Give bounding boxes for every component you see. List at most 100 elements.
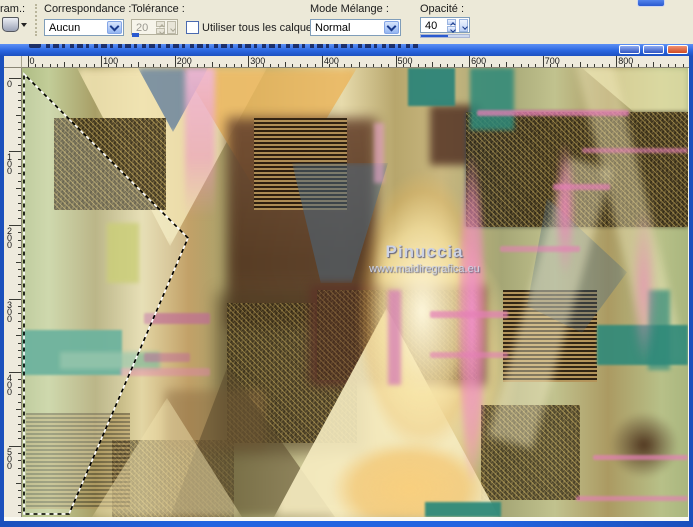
slider-dropdown-icon[interactable] xyxy=(167,21,176,34)
ruler-tick xyxy=(18,379,21,380)
tolerance-label: Tolérance : xyxy=(131,3,185,15)
ruler-tick xyxy=(638,64,639,67)
ruler-tick xyxy=(18,453,21,454)
ruler-tick xyxy=(204,64,205,67)
ruler-tick xyxy=(18,247,21,248)
chevron-glyph xyxy=(159,29,165,35)
cutoff-button-nub xyxy=(637,0,665,7)
ruler-tick xyxy=(580,62,581,67)
ruler-tick xyxy=(18,107,21,108)
use-all-layers-label: Utiliser tous les calques xyxy=(202,22,318,34)
ruler-label: 2 0 0 xyxy=(7,228,12,249)
ruler-tick xyxy=(18,159,21,160)
chevron-glyph xyxy=(387,22,397,32)
ruler-tick xyxy=(572,64,573,67)
maximize-button[interactable] xyxy=(643,45,664,54)
vertical-ruler[interactable]: 01 0 02 0 03 0 04 0 05 0 0 xyxy=(4,68,22,517)
ruler-tick xyxy=(683,64,684,67)
ruler-tick xyxy=(64,62,65,67)
ruler-tick xyxy=(18,460,21,461)
ruler-tick xyxy=(668,64,669,67)
ruler-tick xyxy=(16,409,21,410)
opacity-progress[interactable] xyxy=(420,34,470,38)
ruler-tick xyxy=(528,64,529,67)
chevron-glyph xyxy=(462,24,468,30)
spin-down-icon[interactable] xyxy=(447,26,456,32)
ruler-tick xyxy=(16,335,21,336)
chevron-glyph xyxy=(110,22,120,32)
ruler-tick xyxy=(18,424,21,425)
chevron-glyph xyxy=(450,27,456,33)
spin-up-icon[interactable] xyxy=(447,19,456,25)
ruler-tick xyxy=(18,195,21,196)
ruler-tick xyxy=(18,475,21,476)
use-all-layers-checkbox[interactable] xyxy=(186,21,199,34)
ruler-tick xyxy=(18,232,21,233)
ruler-tick xyxy=(16,115,21,116)
ruler-tick xyxy=(373,64,374,67)
ruler-tick xyxy=(454,64,455,67)
ruler-label: 4 0 0 xyxy=(7,375,12,396)
tolerance-slider-nub[interactable] xyxy=(132,33,139,37)
opacity-progress-fill xyxy=(421,35,448,37)
ruler-tick xyxy=(344,64,345,67)
ruler-tick xyxy=(18,357,21,358)
chevron-down-icon[interactable] xyxy=(384,21,399,34)
ruler-tick xyxy=(18,402,21,403)
ruler-tick xyxy=(476,64,477,67)
ruler-tick xyxy=(28,56,29,67)
ruler-label: 3 0 0 xyxy=(7,302,12,323)
ruler-tick xyxy=(248,56,249,67)
ruler-tick xyxy=(189,64,190,67)
ruler-tick xyxy=(18,218,21,219)
slider-dropdown-icon[interactable] xyxy=(459,19,468,32)
horizontal-ruler[interactable]: 0100200300400500600700800 xyxy=(22,56,689,68)
ruler-tick xyxy=(506,62,507,67)
ruler-tick xyxy=(42,64,43,67)
chevron-down-icon[interactable] xyxy=(107,21,122,34)
correspondance-select[interactable]: Aucun xyxy=(44,19,124,36)
ruler-tick xyxy=(50,64,51,67)
image-window: 0100200300400500600700800 0 1 0 0 2 0 0 3 0… xyxy=(0,44,693,527)
blend-mode-select[interactable]: Normal xyxy=(310,19,401,36)
canvas-bottom-strip xyxy=(4,517,689,521)
ruler-tick xyxy=(565,64,566,67)
ruler-tick xyxy=(16,188,21,189)
close-button[interactable] xyxy=(667,45,688,54)
ruler-tick xyxy=(18,173,21,174)
ruler-tick xyxy=(18,512,21,513)
ruler-label: 0 xyxy=(7,81,12,88)
ruler-tick xyxy=(469,56,470,67)
image-window-titlebar[interactable] xyxy=(0,44,693,56)
ruler-tick xyxy=(609,64,610,67)
spin-up-icon[interactable] xyxy=(156,21,165,27)
ruler-tick xyxy=(550,64,551,67)
ruler-tick xyxy=(440,64,441,67)
ruler-tick xyxy=(18,166,21,167)
ruler-tick xyxy=(278,64,279,67)
ruler-tick xyxy=(359,62,360,67)
ruler-tick xyxy=(175,56,176,67)
opacity-spinner[interactable]: 40 xyxy=(420,17,470,33)
ruler-corner xyxy=(4,56,22,68)
ruler-tick xyxy=(86,64,87,67)
presets-bucket-icon[interactable] xyxy=(2,17,19,32)
window-icon xyxy=(29,44,41,48)
ruler-label: 1 0 0 xyxy=(7,154,12,175)
ruler-tick xyxy=(18,85,21,86)
ruler-tick xyxy=(594,64,595,67)
blend-mode-label: Mode Mélange : xyxy=(310,3,389,15)
ruler-tick xyxy=(462,64,463,67)
ruler-tick xyxy=(18,269,21,270)
window-buttons xyxy=(619,45,688,54)
ruler-tick xyxy=(18,468,21,469)
correspondance-label: Correspondance : xyxy=(44,3,131,15)
canvas[interactable]: Pinuccia www.maidiregrafica.eu xyxy=(22,68,688,517)
ruler-tick xyxy=(123,64,124,67)
ruler-tick xyxy=(292,64,293,67)
spin-down-icon[interactable] xyxy=(156,28,165,34)
ruler-tick xyxy=(79,64,80,67)
ruler-tick xyxy=(241,64,242,67)
presets-dropdown-caret-icon[interactable] xyxy=(21,23,27,27)
minimize-button[interactable] xyxy=(619,45,640,54)
